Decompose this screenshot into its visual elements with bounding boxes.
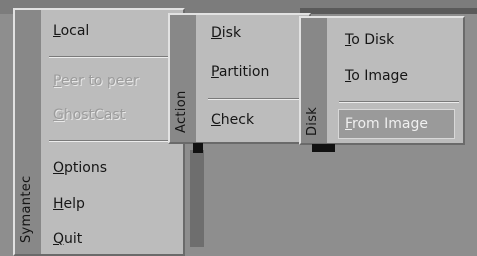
main-menu: Symantec Local Peer to peer GhostCast Op… [13, 8, 185, 256]
background-dark-bar [300, 8, 477, 14]
menu-separator [208, 98, 305, 100]
menu-separator [339, 101, 459, 103]
menu-item-from-image-highlight[interactable]: From Image [338, 109, 455, 139]
menu-item-to-image[interactable]: To Image [345, 68, 408, 84]
background-dark-column [190, 150, 204, 247]
action-submenu: Action Disk Partition Check [168, 13, 311, 144]
menu-item-disk[interactable]: Disk [211, 25, 241, 41]
menu-item-partition[interactable]: Partition [211, 64, 269, 80]
menu-separator [49, 56, 177, 58]
menu-item-check[interactable]: Check [211, 112, 254, 128]
disk-submenu-strip: Disk [301, 18, 327, 143]
menu-item-from-image[interactable]: From Image [345, 116, 428, 132]
disk-submenu-strip-label: Disk [305, 106, 320, 136]
menu-item-peer-to-peer: Peer to peer [53, 73, 139, 89]
menu-item-options[interactable]: Options [53, 160, 107, 176]
main-menu-strip-label: Symantec [19, 175, 34, 243]
action-submenu-strip: Action [170, 15, 196, 142]
disk-submenu-shadow [312, 144, 335, 152]
menu-separator [49, 140, 177, 142]
action-submenu-strip-label: Action [174, 90, 189, 133]
menu-item-ghostcast: GhostCast [53, 107, 126, 123]
action-submenu-shadow [193, 143, 203, 153]
menu-item-quit[interactable]: Quit [53, 231, 82, 247]
menu-item-to-disk[interactable]: To Disk [345, 32, 394, 48]
menu-item-local[interactable]: Local [53, 23, 89, 39]
disk-submenu: Disk To Disk To Image From Image [299, 16, 465, 145]
menu-item-help[interactable]: Help [53, 196, 85, 212]
main-menu-strip: Symantec [15, 10, 41, 254]
